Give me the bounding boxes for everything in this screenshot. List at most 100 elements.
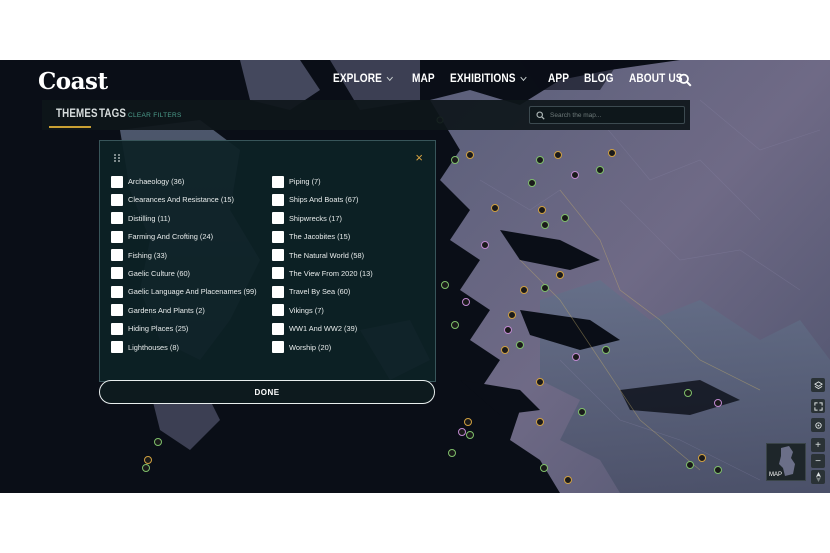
- theme-option[interactable]: Gardens And Plants (2): [111, 304, 257, 317]
- nav-explore-label: EXPLORE: [333, 73, 383, 85]
- drag-handle-icon[interactable]: [114, 154, 120, 162]
- theme-option-label: Vikings (7): [289, 305, 324, 315]
- nav-exhibitions-label: EXHIBITIONS: [449, 73, 516, 85]
- options-column-left: Archaeology (36) Clearances And Resistan…: [111, 175, 257, 354]
- minimap[interactable]: MAP: [766, 443, 806, 481]
- theme-option[interactable]: The Natural World (58): [272, 249, 373, 262]
- zoom-out-button[interactable]: −: [811, 454, 825, 468]
- layers-glyph: [813, 380, 823, 389]
- theme-option[interactable]: Worship (20): [272, 341, 373, 354]
- theme-option[interactable]: Hiding Places (25): [111, 322, 257, 335]
- theme-option[interactable]: Clearances And Resistance (15): [111, 193, 257, 206]
- theme-option[interactable]: WW1 And WW2 (39): [272, 322, 373, 335]
- done-button[interactable]: DONE: [99, 380, 435, 404]
- zoom-in-button[interactable]: +: [811, 438, 825, 452]
- clear-filters-link[interactable]: CLEAR FILTERS: [128, 112, 182, 119]
- theme-option-label: The View From 2020 (13): [289, 268, 373, 278]
- compass-glyph: [815, 472, 821, 482]
- theme-option[interactable]: Piping (7): [272, 175, 373, 188]
- nav-about[interactable]: ABOUT US: [629, 73, 683, 85]
- search-icon[interactable]: [678, 73, 692, 87]
- checkbox[interactable]: [111, 249, 123, 262]
- theme-option-label: Archaeology (36): [128, 177, 185, 186]
- compass-icon[interactable]: [811, 470, 825, 484]
- main-nav: EXPLORE MAP EXHIBITIONS APP BLOG ABOUT U…: [333, 73, 690, 85]
- theme-option-label: Hiding Places (25): [128, 324, 189, 334]
- checkbox[interactable]: [272, 341, 284, 354]
- checkbox[interactable]: [272, 249, 284, 262]
- tab-themes[interactable]: THEMES: [56, 108, 98, 120]
- checkbox[interactable]: [111, 285, 123, 298]
- site-logo[interactable]: Coast: [38, 68, 108, 95]
- map-search-box[interactable]: [529, 106, 685, 124]
- theme-option-label: Ships And Boats (67): [289, 195, 359, 205]
- nav-exhibitions[interactable]: EXHIBITIONS: [449, 73, 527, 85]
- active-tab-indicator: [49, 126, 91, 128]
- theme-option[interactable]: Farming And Crofting (24): [111, 230, 257, 243]
- close-icon[interactable]: ×: [415, 151, 423, 164]
- theme-option-label: WW1 And WW2 (39): [289, 324, 358, 334]
- theme-option[interactable]: Archaeology (36): [111, 175, 257, 188]
- theme-option[interactable]: Distilling (11): [111, 212, 257, 225]
- nav-app[interactable]: APP: [548, 73, 569, 85]
- minimap-label: MAP: [769, 472, 783, 478]
- checkbox[interactable]: [272, 304, 284, 317]
- checkbox[interactable]: [111, 175, 123, 188]
- checkbox[interactable]: [111, 322, 123, 335]
- layers-icon[interactable]: [811, 378, 825, 392]
- theme-option-label: The Natural World (58): [289, 250, 365, 260]
- filter-bar: THEMES TAGS CLEAR FILTERS: [42, 100, 690, 130]
- map-search-input[interactable]: [550, 111, 680, 119]
- theme-option-label: Distilling (11): [128, 213, 171, 223]
- locate-glyph: [814, 421, 822, 429]
- theme-option-label: Gaelic Language And Placenames (99): [128, 287, 257, 297]
- themes-filter-modal: × Archaeology (36) Clearances And Resist…: [99, 140, 436, 382]
- checkbox[interactable]: [272, 230, 284, 243]
- theme-option[interactable]: Ships And Boats (67): [272, 193, 373, 206]
- nav-map-label: MAP: [412, 73, 435, 85]
- checkbox[interactable]: [111, 267, 123, 280]
- checkbox[interactable]: [272, 285, 284, 298]
- checkbox[interactable]: [272, 267, 284, 280]
- nav-explore[interactable]: EXPLORE: [333, 73, 394, 85]
- checkbox[interactable]: [111, 212, 123, 225]
- fullscreen-icon[interactable]: [811, 399, 825, 413]
- tab-tags[interactable]: TAGS: [99, 108, 126, 120]
- theme-option-label: The Jacobites (15): [289, 232, 351, 242]
- theme-option[interactable]: Shipwrecks (17): [272, 212, 373, 225]
- theme-option[interactable]: Gaelic Language And Placenames (99): [111, 285, 257, 298]
- checkbox[interactable]: [111, 304, 123, 317]
- theme-option-label: Fishing (33): [128, 250, 168, 260]
- options-column-right: Piping (7) Ships And Boats (67) Shipwrec…: [272, 175, 373, 354]
- theme-option[interactable]: The Jacobites (15): [272, 230, 373, 243]
- theme-option[interactable]: Gaelic Culture (60): [111, 267, 257, 280]
- theme-option[interactable]: Lighthouses (8): [111, 341, 257, 354]
- nav-map[interactable]: MAP: [412, 73, 435, 85]
- nav-blog-label: BLOG: [583, 73, 614, 85]
- nav-blog[interactable]: BLOG: [584, 73, 614, 85]
- theme-option-label: Gardens And Plants (2): [128, 305, 205, 315]
- chevron-down-icon: [519, 73, 527, 82]
- theme-option-label: Clearances And Resistance (15): [128, 195, 234, 205]
- theme-option-label: Travel By Sea (60): [289, 287, 351, 297]
- checkbox[interactable]: [272, 175, 284, 188]
- theme-option[interactable]: Fishing (33): [111, 249, 257, 262]
- theme-option-label: Gaelic Culture (60): [128, 268, 191, 278]
- chevron-down-icon: [386, 73, 394, 82]
- theme-option[interactable]: The View From 2020 (13): [272, 267, 373, 280]
- theme-option-label: Farming And Crofting (24): [128, 232, 214, 242]
- app-frame: Coast EXPLORE MAP EXHIBITIONS APP BLOG A…: [0, 60, 830, 493]
- checkbox[interactable]: [111, 230, 123, 243]
- nav-app-label: APP: [547, 73, 569, 85]
- checkbox[interactable]: [272, 193, 284, 206]
- site-header: Coast EXPLORE MAP EXHIBITIONS APP BLOG A…: [0, 60, 830, 102]
- checkbox[interactable]: [272, 212, 284, 225]
- checkbox[interactable]: [111, 193, 123, 206]
- checkbox[interactable]: [111, 341, 123, 354]
- theme-option[interactable]: Vikings (7): [272, 304, 373, 317]
- checkbox[interactable]: [272, 322, 284, 335]
- theme-option[interactable]: Travel By Sea (60): [272, 285, 373, 298]
- theme-option-label: Shipwrecks (17): [289, 213, 342, 223]
- locate-icon[interactable]: [811, 418, 825, 432]
- nav-about-label: ABOUT US: [629, 73, 683, 85]
